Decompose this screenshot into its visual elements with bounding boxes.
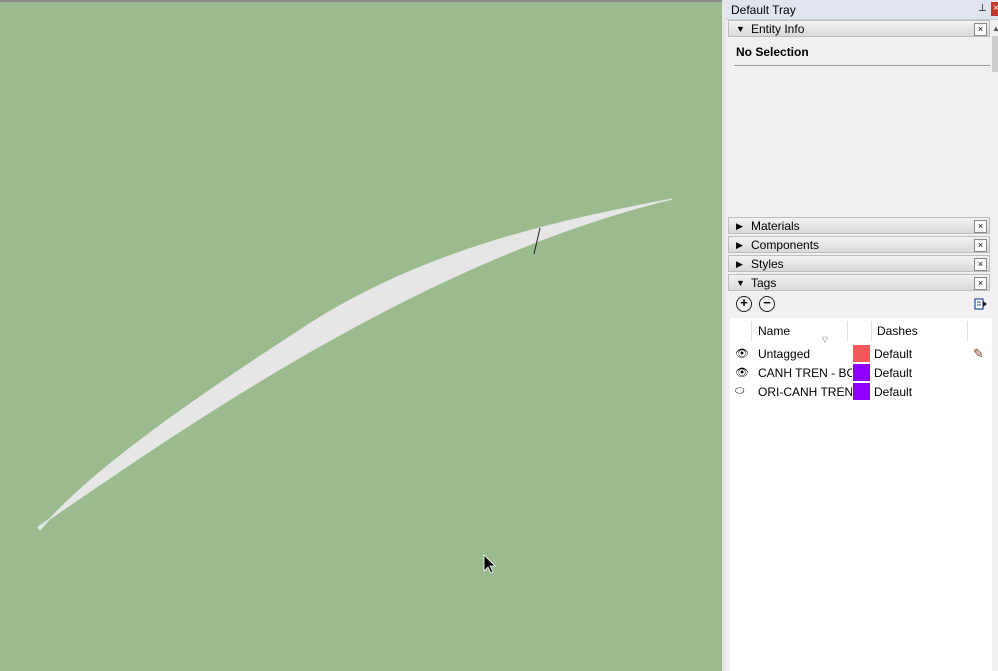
tag-color-swatch[interactable] — [853, 383, 870, 400]
panel-label: Components — [751, 238, 820, 252]
eye-hidden-icon[interactable]: ⬭ — [735, 385, 744, 398]
delete-tag-icon[interactable]: − — [759, 296, 775, 312]
collapse-arrow-icon: ▶ — [736, 221, 743, 231]
wing-surface-shape[interactable] — [37, 198, 673, 531]
tag-color-swatch[interactable] — [853, 364, 870, 381]
active-tag-pencil-icon: ✎ — [973, 346, 984, 361]
panel-header-components[interactable]: ▶ Components × — [728, 236, 990, 253]
mouse-cursor-icon — [483, 554, 496, 574]
tag-dashes[interactable]: Default — [874, 366, 912, 380]
panel-label: Materials — [751, 219, 800, 233]
panel-close-icon[interactable]: × — [974, 220, 987, 233]
name-column-header[interactable]: Name ▽ — [752, 321, 848, 344]
tray-scrollbar[interactable]: ▲ — [992, 20, 998, 671]
collapse-arrow-icon: ▶ — [736, 259, 743, 269]
visibility-column-header — [730, 321, 752, 341]
panel-header-styles[interactable]: ▶ Styles × — [728, 255, 990, 272]
dashes-column-label: Dashes — [877, 324, 918, 338]
panel-close-icon[interactable]: × — [974, 258, 987, 271]
tag-name[interactable]: Untagged — [758, 347, 852, 361]
tag-row[interactable]: 👁 Untagged Default ✎ — [730, 344, 992, 363]
panel-close-icon[interactable]: × — [974, 23, 987, 36]
add-tag-icon[interactable]: + — [736, 296, 752, 312]
panel-label: Entity Info — [751, 22, 805, 36]
details-menu-icon[interactable] — [974, 297, 988, 311]
expand-arrow-icon: ▼ — [736, 24, 745, 34]
tray-title: Default Tray — [731, 3, 796, 17]
panel-close-icon[interactable]: × — [974, 277, 987, 290]
scroll-up-icon[interactable]: ▲ — [992, 24, 998, 34]
panel-label: Styles — [751, 257, 784, 271]
dashes-column-header[interactable]: Dashes — [872, 321, 968, 341]
selection-status: No Selection — [736, 45, 809, 59]
expand-arrow-icon: ▼ — [736, 278, 745, 288]
tag-row[interactable]: 👁 CANH TREN - BONE Default — [730, 363, 992, 382]
panel-label: Tags — [751, 276, 777, 290]
collapse-arrow-icon: ▶ — [736, 240, 743, 250]
tags-table: Name ▽ Dashes 👁 Untagged Default ✎ 👁 CANH TRE… — [730, 318, 992, 671]
tag-row[interactable]: ⬭ ORI-CANH TREN Default — [730, 382, 992, 401]
model-viewport[interactable] — [0, 0, 722, 671]
panel-header-tags[interactable]: ▼ Tags × — [728, 274, 990, 291]
panel-close-icon[interactable]: × — [974, 239, 987, 252]
tags-panel-body: + − Name ▽ Dashes 👁 Untagged Default ✎ 👁 CANH… — [728, 292, 992, 671]
tray-titlebar: Default Tray ⊥ × — [726, 0, 998, 20]
tag-color-swatch[interactable] — [853, 345, 870, 362]
default-tray: Default Tray ⊥ × ▲ ▼ Entity Info × No Se… — [722, 0, 998, 671]
tray-close-icon[interactable]: × — [991, 2, 998, 16]
tag-dashes[interactable]: Default — [874, 385, 912, 399]
name-column-label: Name — [758, 324, 791, 338]
tag-name[interactable]: ORI-CANH TREN — [758, 385, 852, 399]
pin-icon[interactable]: ⊥ — [978, 3, 987, 15]
eye-icon[interactable]: 👁 — [735, 347, 749, 360]
tag-name[interactable]: CANH TREN - BONE — [758, 366, 852, 380]
panel-header-materials[interactable]: ▶ Materials × — [728, 217, 990, 234]
panel-header-entity-info[interactable]: ▼ Entity Info × — [728, 20, 990, 37]
entity-info-body: No Selection — [728, 39, 990, 217]
tag-dashes[interactable]: Default — [874, 347, 912, 361]
divider — [734, 65, 990, 66]
viewport-canvas — [37, 198, 673, 574]
scroll-thumb[interactable] — [992, 36, 998, 72]
eye-icon[interactable]: 👁 — [735, 366, 749, 379]
color-column-header — [848, 321, 872, 341]
